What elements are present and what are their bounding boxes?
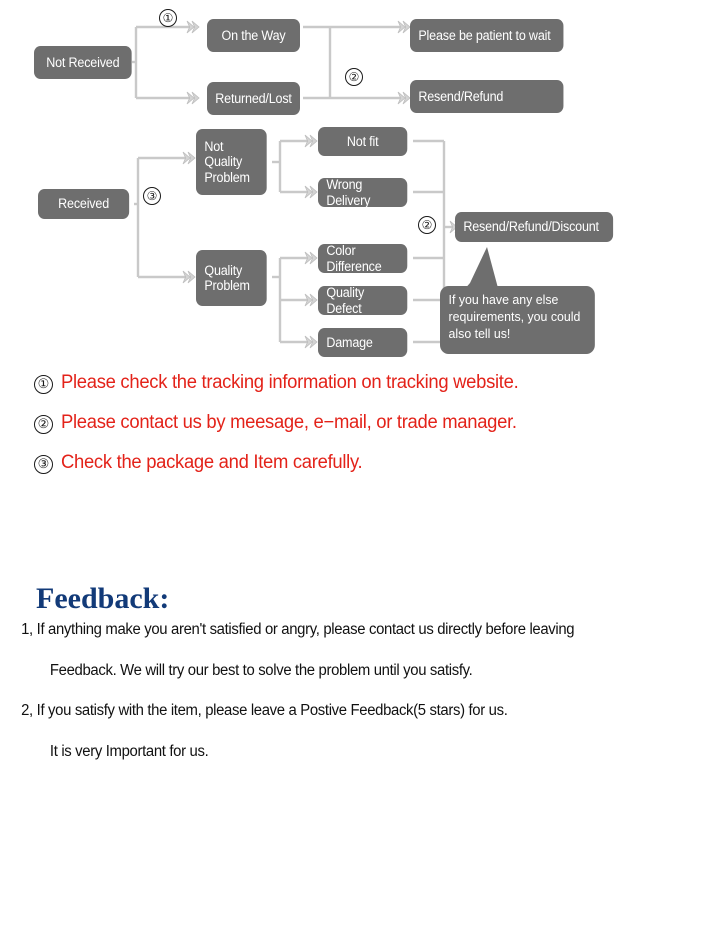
feedback-line-1-cont: Feedback. We will try our best to solve … xyxy=(49,661,473,679)
node-received[interactable]: Received xyxy=(38,189,130,219)
node-damage[interactable]: Damage xyxy=(318,328,408,357)
marker-circle-1: ① xyxy=(159,9,177,27)
node-not-quality-problem[interactable]: Not Quality Problem xyxy=(196,129,267,195)
note-item: ① Please check the tracking information … xyxy=(0,372,710,394)
marker-circle-3: ③ xyxy=(143,187,161,205)
note-marker-3: ③ xyxy=(34,455,53,474)
node-not-received[interactable]: Not Received xyxy=(34,46,132,79)
feedback-line-2: 2, If you satisfy with the item, please … xyxy=(21,702,508,720)
note-text-1: Please check the tracking information on… xyxy=(61,372,519,393)
marker-circle-2-top: ② xyxy=(345,68,363,86)
node-please-be-patient[interactable]: Please be patient to wait xyxy=(410,19,564,52)
note-item: ② Please contact us by meesage, e−mail, … xyxy=(0,412,710,434)
node-color-difference[interactable]: Color Difference xyxy=(318,243,408,274)
node-resend-refund-discount[interactable]: Resend/Refund/Discount xyxy=(455,212,614,242)
note-item: ③ Check the package and Item carefully. xyxy=(0,452,710,474)
node-quality-problem[interactable]: Quality Problem xyxy=(196,250,267,306)
flow-diagram: Not Received On the Way Returned/Lost Pl… xyxy=(0,0,710,375)
feedback-line-2-cont: It is very Important for us. xyxy=(49,742,209,760)
node-returned-lost[interactable]: Returned/Lost xyxy=(207,82,300,115)
feedback-title: Feedback: xyxy=(36,582,170,615)
note-marker-1: ① xyxy=(34,375,53,394)
marker-circle-2-bottom: ② xyxy=(418,216,436,234)
feedback-line-1: 1, If anything make you aren't satisfied… xyxy=(21,621,575,638)
node-not-fit[interactable]: Not fit xyxy=(318,127,408,156)
notes-list: ① Please check the tracking information … xyxy=(0,372,710,492)
note-marker-2: ② xyxy=(34,415,53,434)
feedback-section: Feedback: 1, If anything make you aren't… xyxy=(0,582,710,783)
callout-bubble: If you have any else requirements, you c… xyxy=(440,286,595,354)
node-wrong-delivery[interactable]: Wrong Delivery xyxy=(318,177,408,208)
note-text-3: Check the package and Item carefully. xyxy=(61,452,363,473)
node-resend-refund[interactable]: Resend/Refund xyxy=(410,80,564,113)
node-on-the-way[interactable]: On the Way xyxy=(207,19,300,52)
node-quality-defect[interactable]: Quality Defect xyxy=(318,285,408,316)
note-text-2: Please contact us by meesage, e−mail, or… xyxy=(61,412,517,433)
